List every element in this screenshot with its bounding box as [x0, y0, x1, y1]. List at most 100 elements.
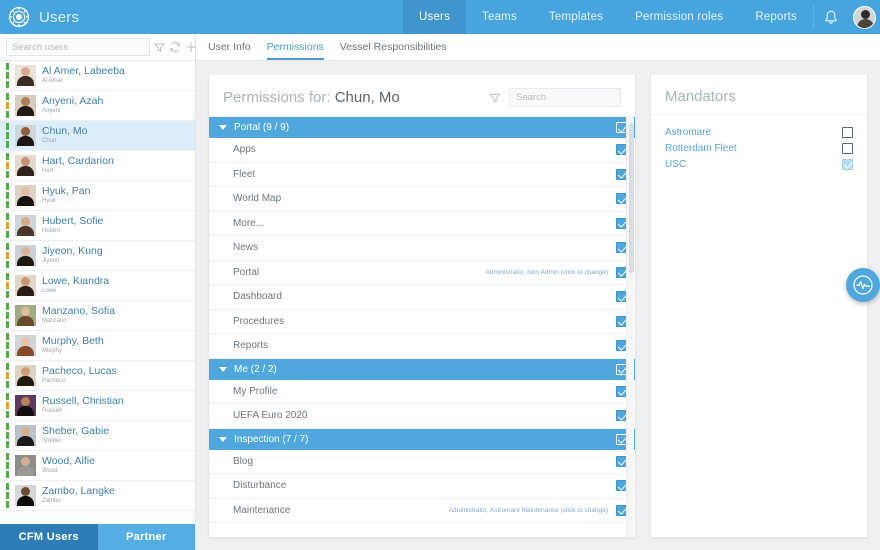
refresh-icon[interactable] [169, 39, 181, 56]
avatar [15, 425, 36, 446]
list-item[interactable]: Russell, Christian Russell [0, 391, 195, 421]
status-indicator [6, 93, 9, 118]
avatar [15, 395, 36, 416]
list-item-subtitle: Chun [42, 138, 57, 145]
list-item-name: Pacheco, Lucas [42, 366, 117, 378]
permission-row[interactable]: Maintenance Administrator, Astromare Main… [209, 499, 635, 523]
list-item[interactable]: Chun, Mo Chun [0, 121, 195, 151]
mandator-checkbox[interactable] [842, 158, 853, 170]
permission-row[interactable]: World Map [209, 187, 635, 212]
list-item-text: Hubert, Sofie Hubert [42, 216, 103, 235]
mandator-row[interactable]: Astromare [665, 124, 853, 140]
permission-row[interactable]: Fleet [209, 163, 635, 187]
list-item[interactable]: Sheber, Gabie Sheber [0, 421, 195, 451]
plus-icon[interactable] [185, 39, 197, 56]
chevron-down-icon[interactable] [219, 125, 227, 130]
status-indicator [6, 213, 9, 238]
list-item[interactable]: Wood, Alfie Wood [0, 451, 195, 481]
bell-icon[interactable] [814, 0, 848, 34]
list-item-name: Chun, Mo [42, 126, 88, 138]
list-item[interactable]: Lowe, Kiandra Lowe [0, 271, 195, 301]
avatar [15, 125, 36, 146]
mandator-checkbox[interactable] [842, 126, 853, 138]
permission-row[interactable]: UEFA Euro 2020 [209, 404, 635, 429]
sidebar-tab-partner[interactable]: Partner [97, 524, 195, 550]
list-item-subtitle: Russell [42, 408, 62, 415]
scrollbar-thumb[interactable] [628, 123, 634, 273]
list-item[interactable]: Hart, Cardarion Hart [0, 151, 195, 181]
permission-row[interactable]: Disturbance [209, 474, 635, 499]
permission-label: My Profile [233, 385, 278, 397]
permissions-search-input[interactable] [509, 88, 621, 107]
list-item-name: Manzano, Sofia [42, 306, 115, 318]
permission-row[interactable]: Reports [209, 334, 635, 359]
list-item[interactable]: Zambo, Langke Zambo [0, 481, 195, 511]
list-item[interactable]: Murphy, Beth Murphy [0, 331, 195, 361]
list-item[interactable]: Jiyeon, Kung Jiyeon [0, 241, 195, 271]
scrollbar[interactable] [626, 117, 634, 537]
list-item[interactable]: Manzano, Sofia Manzano [0, 301, 195, 331]
status-indicator [6, 153, 9, 178]
nav-item-teams[interactable]: Teams [466, 0, 533, 34]
list-item[interactable]: Hubert, Sofie Hubert [0, 211, 195, 241]
avatar [15, 245, 36, 266]
permission-group-header[interactable]: Inspection (7 / 7) [209, 428, 635, 450]
nav-item-users[interactable]: Users [403, 0, 467, 34]
list-item-subtitle: Al Amer [42, 78, 64, 85]
chevron-down-icon[interactable] [219, 366, 227, 372]
nav-item-templates[interactable]: Templates [533, 0, 619, 34]
search-users-input[interactable] [6, 38, 150, 56]
avatar [15, 65, 36, 86]
mandator-checkbox[interactable] [842, 142, 853, 154]
list-item-text: Manzano, Sofia Manzano [42, 306, 115, 325]
list-item-text: Hyuk, Pan Hyuk [42, 186, 90, 205]
mandator-label: USC [665, 158, 687, 170]
tab-vessel-responsibilities[interactable]: Vessel Responsibilities [340, 41, 447, 60]
tab-user-info[interactable]: User Info [208, 41, 251, 60]
nav-item-permission-roles[interactable]: Permission roles [619, 0, 739, 34]
permission-label: Maintenance [233, 504, 291, 516]
permission-row[interactable]: My Profile [209, 380, 635, 404]
permission-role-note[interactable]: Administrator, Astromare Maintenance (cl… [449, 507, 616, 514]
permission-row[interactable]: Procedures [209, 310, 635, 334]
permission-group-header[interactable]: Portal (9 / 9) [209, 117, 635, 138]
permission-label: News [233, 242, 259, 254]
list-item[interactable]: Al Amer, Labeeba Al Amer [0, 61, 195, 91]
permission-row[interactable]: Dashboard [209, 285, 635, 310]
permission-row[interactable]: Apps [209, 138, 635, 163]
permission-row[interactable]: More... [209, 212, 635, 236]
list-item[interactable]: Pacheco, Lucas Pacheco [0, 361, 195, 391]
list-item[interactable]: Anyeni, Azah Anyeni [0, 91, 195, 121]
permission-label: UEFA Euro 2020 [233, 410, 308, 422]
permission-role-note[interactable]: Administrator, Non Admin (click to chang… [486, 269, 616, 276]
pulse-icon[interactable] [846, 268, 880, 302]
sidebar-tabs: CFM Users Partner [0, 524, 195, 550]
list-item-subtitle: Pacheco [42, 378, 66, 385]
content-tabs: User Info Permissions Vessel Responsibil… [196, 34, 880, 61]
status-indicator [6, 273, 9, 298]
avatar [15, 365, 36, 386]
mandator-row[interactable]: USC [665, 156, 853, 172]
permission-row[interactable]: Blog [209, 450, 635, 474]
tab-permissions[interactable]: Permissions [266, 41, 324, 60]
filter-icon[interactable] [154, 39, 165, 56]
mandator-row[interactable]: Rotterdam Fleet [665, 140, 853, 156]
list-item-subtitle: Hart [42, 168, 54, 175]
chevron-down-icon[interactable] [219, 436, 227, 442]
list-item-text: Al Amer, Labeeba Al Amer [42, 66, 125, 85]
sidebar-tab-cfm-users[interactable]: CFM Users [0, 524, 98, 550]
permission-group-header[interactable]: Me (2 / 2) [209, 358, 635, 380]
list-item-name: Sheber, Gabie [42, 426, 110, 438]
permission-row[interactable]: Portal Administrator, Non Admin (click to… [209, 261, 635, 285]
permissions-list: Portal (9 / 9) Apps Fleet World Map More... N… [209, 117, 635, 523]
list-item-text: Hart, Cardarion Hart [42, 156, 114, 175]
nav-item-reports[interactable]: Reports [739, 0, 813, 34]
permissions-header-tools [487, 88, 621, 107]
status-indicator [6, 63, 9, 88]
user-list[interactable]: Al Amer, Labeeba Al Amer Anyeni, Azah Anyen… [0, 61, 195, 524]
filter-icon[interactable] [487, 90, 503, 106]
permission-row[interactable]: News [209, 236, 635, 261]
list-item-text: Russell, Christian Russell [42, 396, 124, 415]
list-item[interactable]: Hyuk, Pan Hyuk [0, 181, 195, 211]
user-avatar[interactable] [848, 0, 880, 34]
